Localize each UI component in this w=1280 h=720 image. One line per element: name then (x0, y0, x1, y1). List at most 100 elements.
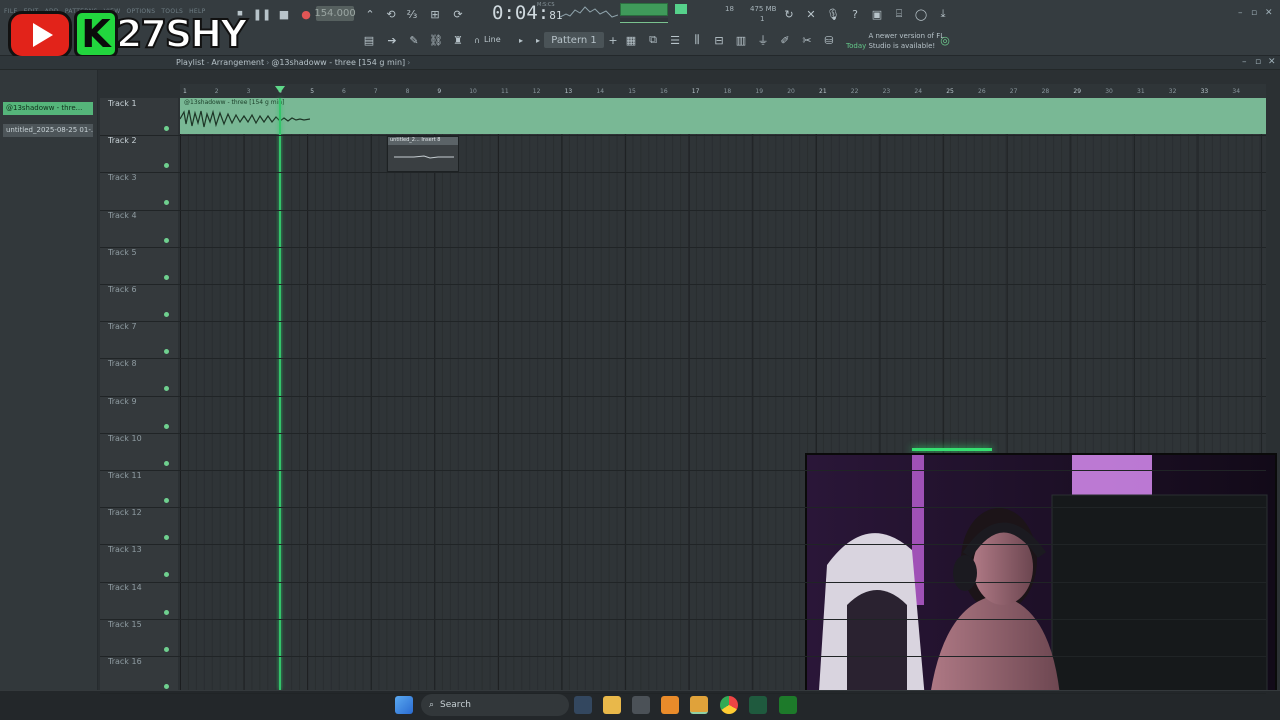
file-explorer-icon[interactable] (603, 696, 621, 714)
track-mute-led[interactable] (164, 312, 169, 317)
fl-studio-icon[interactable] (690, 696, 708, 714)
track-name[interactable]: Track 16 (108, 657, 142, 666)
mixer-faders-icon[interactable]: ⫼ (690, 33, 704, 47)
track-mute-led[interactable] (164, 498, 169, 503)
magnet-icon[interactable]: ∩ (470, 33, 484, 47)
playhead[interactable] (279, 98, 281, 690)
steam-icon[interactable] (574, 696, 592, 714)
track-name[interactable]: Track 15 (108, 620, 142, 629)
track-name[interactable]: Track 3 (108, 173, 137, 182)
track-mute-led[interactable] (164, 460, 169, 466)
tempo-display[interactable]: 154.000 (314, 6, 356, 21)
breadcrumb-item[interactable]: Playlist (176, 58, 204, 67)
close-icon[interactable]: ✕ (1265, 8, 1273, 18)
loop-record-icon[interactable]: ⟲ (384, 7, 398, 21)
cut-tool-icon[interactable]: ✕ (804, 7, 818, 21)
track-mute-led[interactable] (164, 200, 169, 206)
help-icon[interactable]: ? (848, 7, 862, 21)
track-mute-led[interactable] (164, 684, 169, 689)
play-button[interactable]: ❚❚ (253, 7, 271, 21)
pencil-tool-icon[interactable]: ✎ (407, 33, 421, 47)
chat-icon[interactable]: ◯ (914, 7, 928, 21)
countdown-icon[interactable]: ⟳ (451, 7, 465, 21)
project-icon[interactable]: ▥ (734, 33, 748, 47)
channel-rack-icon[interactable]: ⧉ (646, 33, 660, 47)
taskbar-search[interactable]: ⌕ Search (421, 694, 569, 716)
audio-clip[interactable]: @13shadoww - three [154 g min] (180, 98, 1266, 134)
app-green-icon[interactable] (749, 696, 767, 714)
breadcrumb-item[interactable]: @13shadoww - three [154 g min] (271, 58, 405, 67)
wand-icon[interactable]: ✂ (800, 33, 814, 47)
settings-gear-icon[interactable] (632, 696, 650, 714)
browser-item[interactable]: untitled_2025-08-25 01-... (3, 124, 93, 137)
brush-icon[interactable]: ✐ (778, 33, 792, 47)
pattern-selector[interactable]: Pattern 1 (544, 32, 604, 48)
track-name[interactable]: Track 11 (108, 471, 142, 480)
track-name[interactable]: Track 2 (108, 136, 137, 145)
stop-button[interactable]: ■ (277, 7, 291, 21)
metronome-icon[interactable]: ⌃ (363, 7, 377, 21)
chrome-icon[interactable] (720, 696, 738, 714)
update-icon[interactable]: ◎ (938, 33, 952, 47)
browser-item[interactable]: @13shadoww - thre... (3, 102, 93, 115)
record-button[interactable]: ● (299, 7, 313, 21)
track-mute-led[interactable] (164, 163, 169, 169)
xbox-icon[interactable] (779, 696, 797, 714)
midi-icon[interactable]: ⌸ (892, 7, 906, 21)
snap-selector[interactable]: Line (484, 35, 501, 44)
plugin-icon[interactable]: ⏚ (756, 33, 770, 47)
track-mute-led[interactable] (164, 572, 169, 578)
app-a-icon[interactable] (661, 696, 679, 714)
timeline-ruler[interactable]: 1 2 3 4 5 6 7 8 9 10 11 12 13 14 15 16 17 18 19 20 21 22 23 24 2… (180, 84, 1266, 98)
playlist-minimize-icon[interactable]: – (1242, 57, 1247, 67)
chain-link-icon[interactable]: ⛓ (429, 33, 443, 47)
undo-history-icon[interactable]: ↻ (782, 7, 796, 21)
track-name[interactable]: Track 8 (108, 359, 137, 368)
track-name[interactable]: Track 6 (108, 285, 137, 294)
track-name[interactable]: Track 13 (108, 545, 142, 554)
save-icon[interactable]: ▣ (870, 7, 884, 21)
ruler-bar-number: 24 (914, 88, 923, 95)
track-name[interactable]: Track 9 (108, 397, 137, 406)
snap-arrow-icon[interactable]: ▸ (514, 33, 528, 47)
track-mute-led[interactable] (164, 274, 169, 280)
track-mute-led[interactable] (164, 609, 169, 615)
windows-start-icon[interactable] (395, 696, 413, 714)
track-mute-led[interactable] (164, 646, 169, 652)
stamp-tool-icon[interactable]: ♜ (451, 33, 465, 47)
piano-roll-icon[interactable]: ☰ (668, 33, 682, 47)
track-name[interactable]: Track 12 (108, 508, 142, 517)
microphone-icon[interactable]: 🎙 (826, 7, 840, 21)
mixer-icon[interactable]: ▦ (624, 33, 638, 47)
track-name[interactable]: Track 7 (108, 322, 137, 331)
track-mute-led[interactable] (164, 126, 169, 131)
cart-icon[interactable]: ⛁ (822, 33, 836, 47)
step-edit-icon[interactable]: ⅔ (405, 7, 419, 21)
track-mute-led[interactable] (164, 535, 169, 541)
playlist-close-icon[interactable]: ✕ (1268, 57, 1276, 67)
pattern-clip[interactable]: untitled_2... Insert 8 (387, 136, 459, 172)
pattern-prev-icon[interactable]: ▸ (531, 33, 545, 47)
browser-tree-icon[interactable]: ⊟ (712, 33, 726, 47)
track-name[interactable]: Track 1 (108, 99, 137, 108)
playlist-maximize-icon[interactable]: ▫ (1255, 57, 1261, 67)
playlist-window-icon[interactable]: ▤ (362, 33, 376, 47)
add-pattern-icon[interactable]: + (606, 33, 620, 47)
breadcrumb-item[interactable]: Arrangement (211, 58, 264, 67)
track-mute-led[interactable] (164, 423, 169, 429)
track-mute-led[interactable] (164, 386, 169, 392)
track-name[interactable]: Track 5 (108, 248, 137, 257)
track-name[interactable]: Track 14 (108, 583, 142, 592)
playhead-marker-icon[interactable] (275, 86, 285, 93)
track-name[interactable]: Track 10 (108, 434, 142, 443)
blend-notes-icon[interactable]: ⊞ (428, 7, 442, 21)
minimize-icon[interactable]: – (1238, 8, 1243, 18)
track-mute-led[interactable] (164, 349, 169, 355)
track-mute-led[interactable] (164, 237, 169, 243)
master-volume-slider[interactable] (620, 18, 668, 23)
ruler-bar-number: 26 (978, 88, 986, 95)
arrow-tool-icon[interactable]: ➔ (385, 33, 399, 47)
track-name[interactable]: Track 4 (108, 211, 137, 220)
maximize-icon[interactable]: ▫ (1251, 8, 1257, 18)
download-icon[interactable]: ⤓ (936, 7, 950, 21)
